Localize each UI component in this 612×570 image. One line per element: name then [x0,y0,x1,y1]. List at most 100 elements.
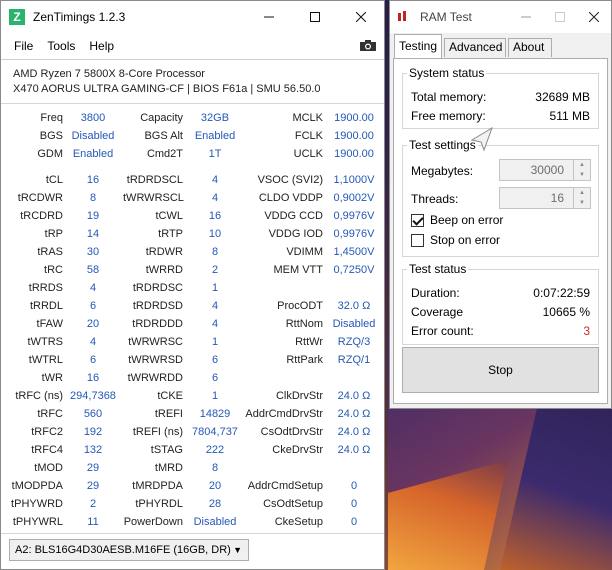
timing-row-label-a: tCL [45,174,63,186]
maximize-button[interactable] [292,1,338,33]
tab-testing[interactable]: Testing [394,34,442,58]
ramtest-maximize-button[interactable] [543,1,577,33]
timing-row-value-b: 4 [211,174,219,186]
timing-row-value-c: 0,9976V [333,210,375,222]
ramtest-titlebar[interactable]: RAM Test [390,1,611,33]
timing-row-value-a: 2 [89,498,97,510]
mouse-cursor-icon [470,126,493,152]
timing-row-label-c: CLDO VDDP [258,192,323,204]
timings-grid: Freq 3800 Capacity 32GB MCLK 1900.00 BGS Disabl… [1,104,384,528]
timing-row-value-c: 24.0 Ω [337,444,371,456]
timing-row-label-b: tRTP [158,228,183,240]
duration-value: 0:07:22:59 [533,286,590,300]
tab-about[interactable]: About [508,38,552,57]
timing-row-label-a: tMOD [34,462,63,474]
duration-label: Duration: [411,286,460,300]
timing-row-value-a: 132 [83,444,103,456]
timing-row-label-b: tRDRDDD [132,318,183,330]
minimize-button[interactable] [246,1,292,33]
timing-row-value-c: 0,9976V [333,228,375,240]
threads-stepper[interactable]: ▲ ▼ [573,188,590,208]
timing-row-value-c: 32.0 Ω [337,300,371,312]
timing-row-label-b: tSTAG [150,444,183,456]
timing-row-value-b: 28 [208,498,222,510]
timing-row-value-a: 4 [89,336,97,348]
timing-row-value-b: 4 [211,318,219,330]
timing-row-label-c: VDIMM [286,246,323,258]
timing-row-label-a: tWTRL [28,354,63,366]
timing-row-label-c: CkeSetup [274,516,323,528]
timing-row-value-a: 8 [89,192,97,204]
timing-row-label-a: tRCDWR [17,192,63,204]
menu-file[interactable]: File [7,39,40,53]
timing-row-value-c: 0 [350,516,358,528]
timing-row-value-c: 0 [350,480,358,492]
megabytes-input[interactable]: 30000 ▲ ▼ [499,159,591,181]
timing-row-value-b: 7804,737 [192,426,238,438]
header-row-value-c: 1900.00 [334,130,374,142]
chevron-down-icon: ▼ [233,545,242,555]
timing-row-value-b: 16 [208,210,222,222]
ramtest-tabs: Testing Advanced About [390,33,611,58]
timing-row-value-a: 560 [83,408,103,420]
timing-row-value-a: 6 [89,300,97,312]
timing-row-label-c: MEM VTT [273,264,324,276]
timing-row-label-a: tMODPDA [11,480,63,492]
megabytes-stepper[interactable]: ▲ ▼ [573,160,590,180]
menu-tools[interactable]: Tools [40,39,82,53]
timing-row-value-b: 1 [211,390,219,402]
test-settings-title: Test settings [407,138,478,152]
menu-help[interactable]: Help [82,39,121,53]
header-row-value-c: 1900.00 [334,112,374,124]
timing-row-value-a: 58 [86,264,100,276]
free-memory-value: 511 MB [549,109,590,123]
timing-row-label-a: tRP [44,228,63,240]
checkbox-checked-icon [411,213,424,227]
coverage-value: 10665 % [542,305,590,319]
timing-row-value-c: 1,4500V [333,246,375,258]
stop-button[interactable]: Stop [402,347,599,393]
threads-label: Threads: [411,192,459,206]
header-row-value-c: 1900.00 [334,148,374,160]
timing-row-label-c: ProcODT [277,300,323,312]
threads-input[interactable]: 16 ▲ ▼ [499,187,591,209]
header-row-label-c: FCLK [294,130,323,142]
timing-row-label-b: PowerDown [123,516,183,528]
timing-row-value-c: 0,9002V [333,192,375,204]
timing-row-value-a: 16 [86,372,100,384]
dimm-select[interactable]: A2: BLS16G4D30AESB.M16FE (16GB, DR) ▼ [9,539,249,561]
header-row-value-a: Disabled [71,130,115,142]
cpu-name: AMD Ryzen 7 5800X 8-Core Processor [13,68,205,80]
timing-row-value-a: 11 [87,516,99,528]
timing-row-label-a: tRFC (ns) [15,390,63,402]
timing-row-label-a: tRCDRD [20,210,63,222]
tab-advanced[interactable]: Advanced [444,38,506,57]
header-row-value-b: 1T [208,148,222,160]
timing-row-label-b: tCKE [157,390,183,402]
stop-on-error-label: Stop on error [430,233,501,247]
minimize-icon [521,16,531,18]
test-status-group: Test status Duration: 0:07:22:59 Coverag… [402,262,599,345]
timing-row-label-c: ClkDrvStr [275,390,323,402]
timing-row-label-c: RttWr [295,336,323,348]
ramtest-minimize-button[interactable] [509,1,543,33]
timing-row-label-c: RttPark [286,354,323,366]
ramtest-close-button[interactable] [577,1,611,33]
header-row-value-a: Enabled [72,148,114,160]
beep-on-error-label: Beep on error [430,213,504,227]
timing-row-label-c: AddrCmdDrvStr [245,408,323,420]
zentimings-titlebar[interactable]: Z ZenTimings 1.2.3 [1,1,384,33]
timing-row-value-b: 6 [211,354,219,366]
close-button[interactable] [338,1,384,33]
beep-on-error-checkbox[interactable]: Beep on error [411,213,503,227]
minimize-icon [264,16,274,18]
timing-row-value-a: 4 [89,282,97,294]
timing-row-value-b: 6 [211,372,219,384]
error-count-label: Error count: [411,324,474,338]
timing-row-value-a: 14 [86,228,100,240]
zentimings-logo-icon: Z [9,9,25,25]
stop-on-error-checkbox[interactable]: Stop on error [411,233,500,247]
timing-row-value-b: 2 [211,264,219,276]
camera-icon[interactable] [360,39,376,51]
total-memory-label: Total memory: [411,90,487,104]
